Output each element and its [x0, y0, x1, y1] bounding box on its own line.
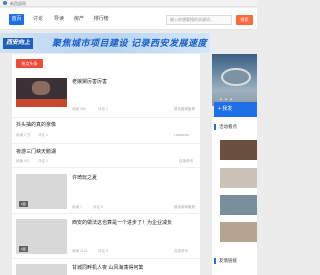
article-comments: 评论 1 — [38, 159, 48, 163]
divider — [12, 258, 200, 259]
sidebar-section-title: 活动看点 — [219, 124, 237, 129]
publish-button[interactable]: + 我发 — [214, 102, 257, 117]
article-thumbnail[interactable]: 1图 — [16, 219, 67, 254]
article-comments: 评论 0 — [93, 205, 103, 209]
article-comments: 评论 0 — [98, 249, 108, 253]
sidebar-section-title: 友情链接 — [219, 258, 237, 263]
nav-item-discuss[interactable]: 讨论 — [31, 14, 45, 25]
heading-marker — [214, 258, 216, 264]
article-views: 阅读 412 — [16, 159, 30, 163]
banner-logo: 西安向上 — [3, 38, 34, 49]
article-list: 热点头条 老娘舅厉害厉害 阅读 260 评论 1 原创新闻聚焦 抖头抽的真的亲像… — [12, 54, 200, 275]
article-thumbnail[interactable]: 1图 — [16, 174, 67, 209]
article-source[interactable]: 百事资讯 — [174, 248, 188, 254]
divider — [12, 167, 200, 168]
divider — [12, 213, 200, 214]
nav-item-realestate[interactable]: 房产 — [72, 14, 86, 25]
nav-item-home[interactable]: 首页 — [9, 14, 24, 25]
article-source[interactable]: Laksanaa — [174, 132, 189, 138]
article-title[interactable]: 抖头抽的真的亲像 — [16, 121, 56, 129]
article-title[interactable]: 西安的做法这也算是一个进步了！为企业减负 — [72, 219, 172, 227]
nav-item-ranking[interactable]: 排行榜 — [91, 14, 111, 25]
image-count-badge: 1图 — [19, 201, 28, 207]
article-source[interactable]: 原创新闻聚焦 — [174, 204, 195, 210]
page: 新西部网 首页 讨论 导读 房产 排行榜 输入你想要搜的关键词... 搜索 西安… — [0, 0, 257, 275]
site-logo-icon — [3, 1, 7, 5]
article-title[interactable]: 老娘舅厉害厉害 — [72, 78, 107, 86]
banner[interactable]: 西安向上 聚焦城市项目建设 记录西安发展速度 — [0, 33, 210, 53]
article-title[interactable]: 夜游三门峡天鹅湖 — [16, 148, 56, 156]
thumbnail-image — [32, 81, 50, 95]
article-views: 阅读 260 — [72, 107, 86, 111]
article-title[interactable]: 甘城同畔机人夜 山风海荡得何篱 — [72, 264, 143, 272]
sidebar-thumbnail[interactable] — [220, 195, 257, 215]
main-nav: 首页 讨论 导读 房产 排行榜 输入你想要搜的关键词... 搜索 — [0, 8, 257, 30]
article-views: 阅读 2 万 — [16, 133, 31, 137]
article-views: 阅读 1121 — [72, 249, 88, 253]
search-button[interactable]: 搜索 — [236, 15, 253, 25]
image-count-badge: 1图 — [19, 246, 28, 252]
site-name: 新西部网 — [10, 1, 26, 6]
sidebar-feature-image[interactable]: • • • — [212, 54, 257, 106]
sidebar-section-heading: 友情链接 — [214, 257, 257, 265]
stadium-image — [221, 68, 251, 86]
top-strip: 新西部网 — [0, 0, 257, 7]
article-thumbnail[interactable] — [16, 264, 67, 275]
heading-marker — [214, 124, 216, 130]
article-views: 阅读 7 — [72, 205, 82, 209]
sidebar-thumbnail[interactable] — [220, 222, 257, 242]
article-comments: 评论 1 — [38, 133, 48, 137]
sidebar-section-heading: 活动看点 — [214, 123, 257, 131]
article-title[interactable]: 许琦玩之夏 — [72, 174, 97, 182]
article-thumbnail[interactable] — [16, 78, 67, 107]
divider — [12, 117, 200, 118]
search-input[interactable]: 输入你想要搜的关键词... — [166, 15, 232, 25]
article-source[interactable]: 原创新闻聚焦 — [174, 106, 195, 112]
divider — [12, 143, 200, 144]
article-source[interactable]: 百事资讯 — [179, 158, 193, 164]
tab-hot[interactable]: 热点头条 — [16, 59, 43, 68]
article-comments: 评论 1 — [98, 107, 108, 111]
banner-slogan: 聚焦城市项目建设 记录西安发展速度 — [52, 38, 208, 48]
thumbnail-caption-bar — [16, 99, 67, 107]
sidebar-thumbnail[interactable] — [220, 140, 257, 160]
nav-item-guide[interactable]: 导读 — [52, 14, 66, 25]
sidebar-thumbnail[interactable] — [220, 168, 257, 188]
